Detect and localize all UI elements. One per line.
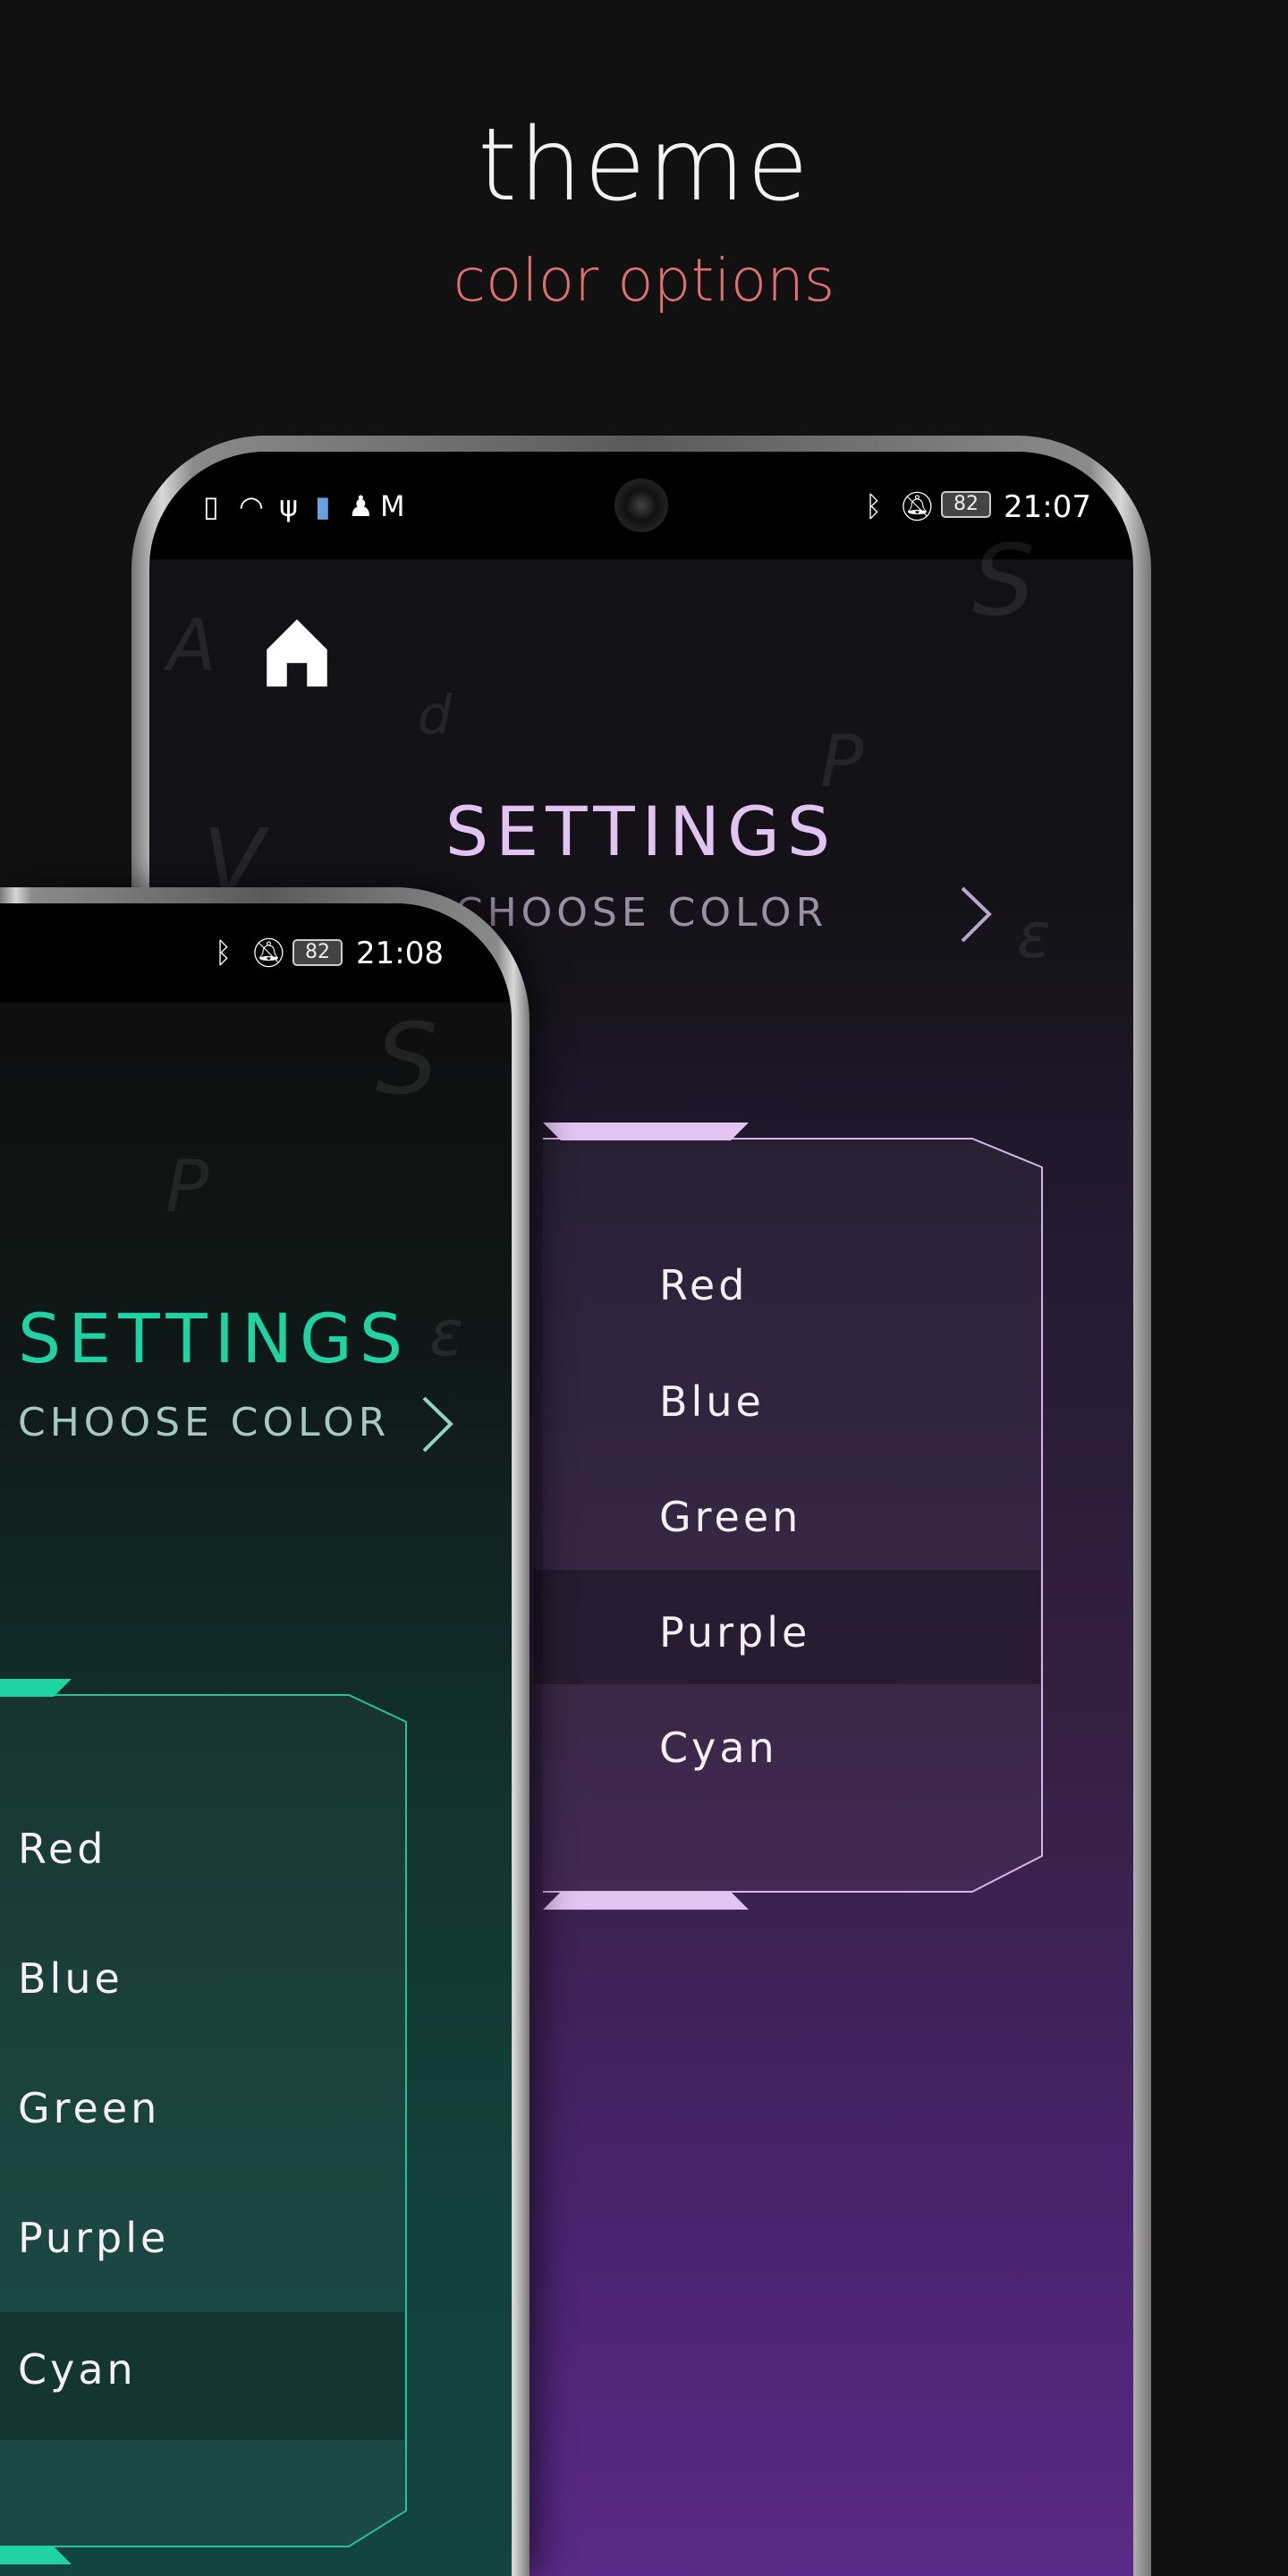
front-phone-screen: ᛒ 🔕︎ 82 21:08 S P ε SETTINGS CHOOSE COLO… (0, 903, 512, 2576)
settings-title: SETTINGS (445, 792, 838, 871)
status-bar: ᛒ 🔕︎ 82 21:08 (0, 903, 512, 1002)
battery-indicator: 82 (941, 491, 991, 518)
clock: 21:07 (1004, 489, 1091, 525)
chevron-right-icon[interactable] (420, 1395, 456, 1453)
option-red[interactable]: Red (18, 1825, 106, 1873)
home-icon[interactable] (257, 613, 337, 693)
camera-punch-hole (614, 479, 668, 532)
battery-saver-icon: ▮ (315, 489, 331, 523)
bell-off-icon: 🔕︎ (899, 489, 936, 523)
front-phone-frame: ᛒ 🔕︎ 82 21:08 S P ε SETTINGS CHOOSE COLO… (0, 887, 530, 2576)
settings-title: SETTINGS (18, 1299, 411, 1378)
option-blue[interactable]: Blue (659, 1377, 765, 1426)
option-cyan[interactable]: Cyan (659, 1724, 778, 1772)
option-green[interactable]: Green (18, 2084, 160, 2132)
promo-subtitle: color options (453, 246, 835, 315)
option-cyan[interactable]: Cyan (18, 2345, 137, 2394)
gmail-icon: M (380, 489, 405, 523)
option-blue[interactable]: Blue (18, 1954, 123, 2003)
sim-alert-icon: ▯ (203, 489, 219, 523)
option-purple[interactable]: Purple (18, 2214, 169, 2262)
option-red[interactable]: Red (659, 1261, 748, 1309)
promo-title: theme (478, 107, 810, 224)
usb-icon: ψ (279, 489, 299, 523)
wifi-icon: ◠ (239, 489, 264, 523)
option-green[interactable]: Green (659, 1493, 801, 1541)
clock: 21:08 (356, 936, 444, 971)
bluetooth-icon: ᛒ (865, 489, 883, 523)
choose-color-label[interactable]: CHOOSE COLOR (18, 1400, 390, 1445)
keyhole-icon: ♟ (348, 489, 374, 523)
bell-off-icon: 🔕︎ (250, 936, 287, 970)
chevron-right-icon[interactable] (959, 886, 995, 944)
option-purple[interactable]: Purple (659, 1608, 810, 1657)
bluetooth-icon: ᛒ (215, 936, 233, 970)
battery-indicator: 82 (292, 939, 343, 966)
